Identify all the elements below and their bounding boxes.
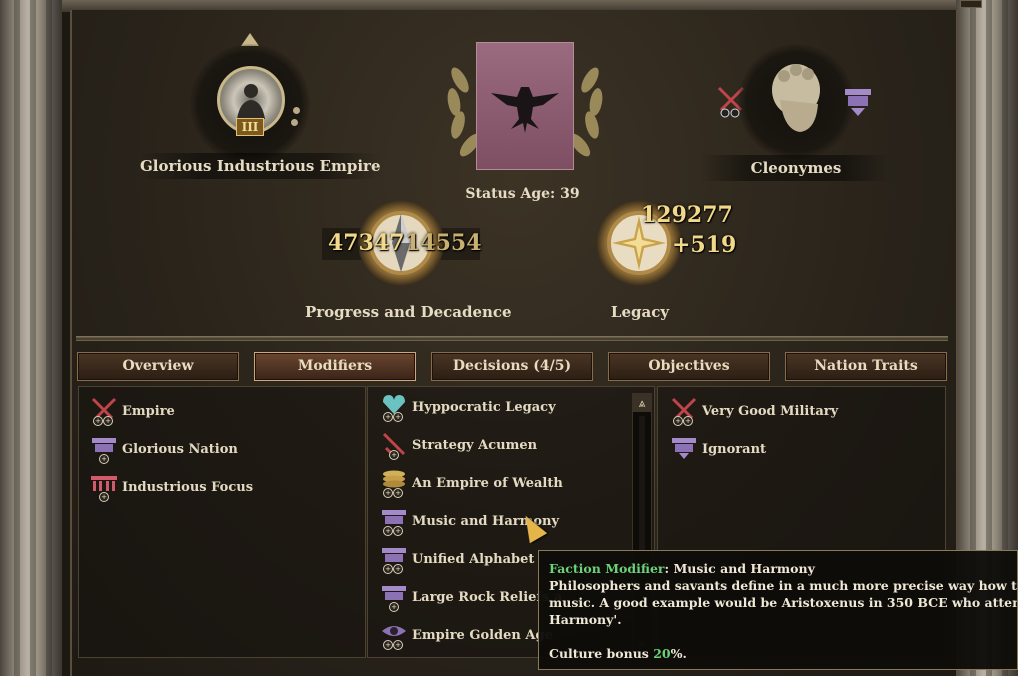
temple-pillar-icon: + +	[380, 506, 408, 536]
heart-icon: + +	[380, 392, 408, 422]
sword-icon: +	[380, 430, 408, 460]
tooltip-line: music. A good example would be Aristoxen…	[549, 595, 1017, 610]
legacy-total: 129277	[641, 202, 733, 228]
modifier-large-rock-reliefs[interactable]: + Large Rock Reliefs a	[380, 582, 562, 612]
tooltip-type: Faction Modifier	[549, 561, 665, 576]
scroll-up-icon[interactable]: ⩓	[633, 394, 651, 412]
eye-icon: + +	[380, 620, 408, 650]
tab-nation-traits[interactable]: Nation Traits	[785, 352, 947, 381]
slot-dot-icon	[293, 107, 300, 114]
legacy-label: Legacy	[610, 303, 670, 321]
temple-pillar-icon: +	[380, 582, 408, 612]
bonus-value: 20	[653, 646, 671, 661]
tooltip-line: Harmony'.	[549, 612, 622, 627]
trait-ignorant[interactable]: Ignorant	[670, 436, 766, 462]
left-modifier-list	[78, 386, 366, 658]
modifier-empire-golden-age[interactable]: + + Empire Golden Age	[380, 620, 553, 650]
nation-banner[interactable]	[476, 42, 574, 170]
window-close-corner[interactable]	[960, 0, 982, 8]
tab-modifiers[interactable]: Modifiers	[254, 352, 416, 381]
crossed-swords-icon: + +	[90, 396, 118, 426]
crossed-swords-icon: + +	[670, 396, 698, 426]
tab-objectives[interactable]: Objectives	[608, 352, 770, 381]
modifier-hyppocratic-legacy[interactable]: + + Hyppocratic Legacy	[380, 392, 556, 422]
decadence-value: 14554	[405, 230, 482, 256]
slot-dot-icon	[291, 119, 298, 126]
modifier-unified-alphabet[interactable]: + + Unified Alphabet	[380, 544, 534, 574]
left-pillar	[0, 0, 62, 676]
temple-pillar-icon	[845, 89, 871, 116]
eagle-icon	[491, 87, 559, 133]
ruler-portrait[interactable]	[760, 60, 830, 136]
progress-label: Progress and Decadence	[305, 303, 512, 321]
tab-decisions[interactable]: Decisions (4/5)	[431, 352, 593, 381]
ruler-name: Cleonymes	[750, 159, 842, 177]
tooltip-title: : Music and Harmony	[664, 561, 815, 576]
rank-badge: III	[236, 118, 264, 136]
temple-pillar-icon: +	[90, 434, 118, 464]
modifier-empire[interactable]: + + Empire	[90, 396, 175, 426]
legacy-delta: +519	[672, 232, 737, 258]
tooltip-bonus: Culture bonus 20%.	[549, 646, 687, 661]
modifier-tooltip: Faction Modifier: Music and Harmony Phil…	[538, 550, 1018, 670]
tooltip-header: Faction Modifier: Music and Harmony	[549, 560, 1007, 577]
modifier-glorious-nation[interactable]: + Glorious Nation	[90, 434, 238, 464]
modifier-industrious-focus[interactable]: + Industrious Focus	[90, 472, 253, 502]
tooltip-line: Philosophers and savants define in a muc…	[549, 578, 1017, 593]
status-age: Status Age: 39	[465, 186, 580, 202]
trait-very-good-military[interactable]: + + Very Good Military	[670, 396, 838, 426]
nation-name: Glorious Industrious Empire	[140, 157, 381, 175]
modifier-strategy-acumen[interactable]: + Strategy Acumen	[380, 430, 537, 460]
section-divider	[76, 336, 948, 341]
temple-pillar-icon: + +	[380, 544, 408, 574]
tab-overview[interactable]: Overview	[77, 352, 239, 381]
modifier-empire-of-wealth[interactable]: + + An Empire of Wealth	[380, 468, 563, 498]
coins-icon: + +	[380, 468, 408, 498]
progress-value: 47347	[328, 230, 405, 256]
colonnade-icon: +	[90, 472, 118, 502]
temple-pillar-icon	[670, 434, 698, 464]
